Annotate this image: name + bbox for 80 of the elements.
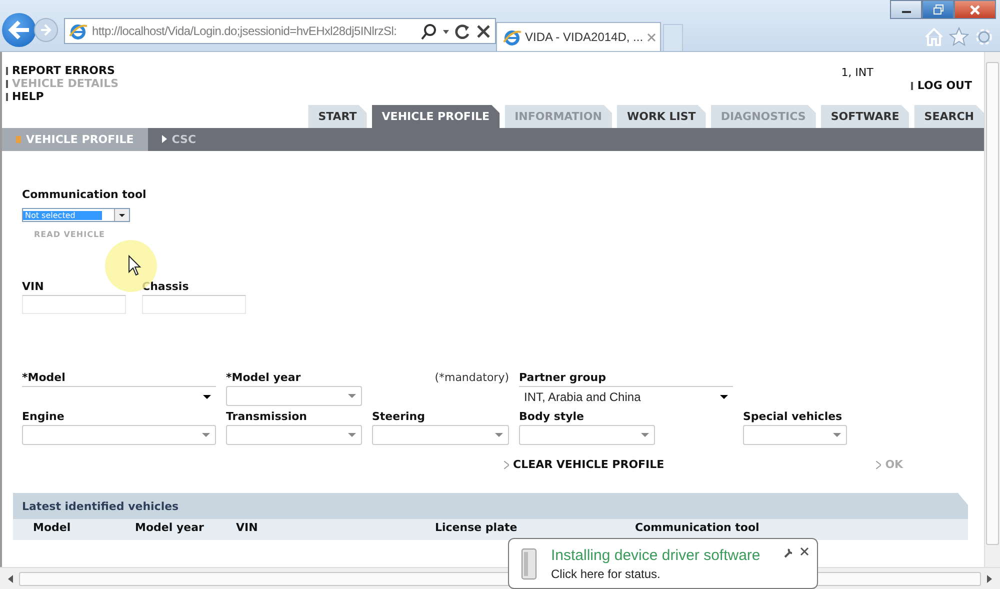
nav-tab[interactable]: SEARCH xyxy=(914,105,984,128)
refresh-icon[interactable] xyxy=(455,23,471,39)
caret-icon xyxy=(720,394,728,398)
wrench-icon[interactable] xyxy=(783,547,794,558)
caret-icon xyxy=(348,433,356,437)
field-label: VIN xyxy=(22,280,45,293)
browser-logo-icon xyxy=(69,22,87,40)
field-label: *Model xyxy=(22,371,66,384)
nav-tab[interactable]: START xyxy=(308,105,367,128)
marker-icon xyxy=(16,135,21,144)
browser-logo-icon xyxy=(503,28,521,46)
address-text: http://localhost/Vida/Login.do;jsessionid=hvEHxl28dj5INlrzSl: xyxy=(92,24,398,38)
vertical-scrollbar[interactable] xyxy=(984,52,1000,567)
field-label: Body style xyxy=(519,410,586,423)
user-name: 1, INT xyxy=(841,66,874,81)
left-arrow-icon[interactable] xyxy=(8,575,13,583)
top-link[interactable]: HELP xyxy=(6,90,119,103)
field-label: Communication tool xyxy=(22,188,148,201)
close-button[interactable] xyxy=(954,0,996,19)
dropdown[interactable] xyxy=(519,425,655,445)
field-label: Engine xyxy=(22,410,66,423)
address-bar[interactable]: http://localhost/Vida/Login.do;jsessionid=hvEHxl28dj5INlrzSl: xyxy=(64,18,496,44)
back-button[interactable] xyxy=(2,13,36,47)
field-label: Partner group xyxy=(519,371,607,384)
column-header: VIN xyxy=(236,521,259,534)
forward-button[interactable] xyxy=(34,18,58,42)
dropdown[interactable] xyxy=(743,425,847,445)
caret-icon[interactable] xyxy=(442,27,450,35)
dropdown[interactable] xyxy=(226,425,362,445)
section-title: Latest identified vehicles xyxy=(21,499,180,515)
mandatory-note: (*mandatory) xyxy=(434,371,509,384)
notification-title: Installing device driver software xyxy=(551,547,762,564)
column-header: Model year xyxy=(135,521,205,534)
field-label: Chassis xyxy=(142,280,190,293)
top-link[interactable]: REPORT ERRORS xyxy=(6,64,119,77)
settings-icon[interactable] xyxy=(974,27,994,47)
caret-icon xyxy=(833,433,841,437)
caret-icon xyxy=(348,394,356,398)
star-icon[interactable] xyxy=(949,27,969,47)
input-field[interactable] xyxy=(142,295,246,314)
column-header: Model xyxy=(33,521,72,534)
notification-popup[interactable]: Installing device driver software Click here for status. xyxy=(508,538,818,589)
column-header: Communication tool xyxy=(635,521,760,534)
nav-tab[interactable]: SOFTWARE xyxy=(820,105,910,128)
dropdown[interactable] xyxy=(22,425,216,445)
home-icon[interactable] xyxy=(924,27,944,47)
dropdown[interactable] xyxy=(226,386,362,406)
logout-link[interactable]: LOG OUT xyxy=(911,66,972,105)
chevron-icon xyxy=(876,460,882,468)
caret-icon xyxy=(119,214,125,216)
field-label: Transmission xyxy=(226,410,308,423)
caret-icon xyxy=(641,433,649,437)
bullet-icon xyxy=(911,82,914,90)
search-icon[interactable] xyxy=(421,22,437,40)
close-icon[interactable] xyxy=(476,24,491,38)
nav-tab[interactable]: WORK LIST xyxy=(616,105,706,128)
dropdown[interactable] xyxy=(372,425,509,445)
right-arrow-icon[interactable] xyxy=(987,575,992,583)
column-header: License plate xyxy=(435,521,518,534)
caret-icon xyxy=(203,394,211,398)
restore-button[interactable] xyxy=(922,0,954,19)
nav-tab[interactable]: VEHICLE PROFILE xyxy=(372,105,500,128)
field-label: *Model year xyxy=(226,371,302,384)
minimize-button[interactable] xyxy=(890,0,922,19)
restore-icon xyxy=(932,4,944,15)
play-icon xyxy=(162,135,167,144)
input-field[interactable] xyxy=(22,295,126,314)
new-tab-button[interactable] xyxy=(663,24,683,51)
field-label: Special vehicles xyxy=(743,410,844,423)
field-label: Steering xyxy=(372,410,426,423)
action-link[interactable]: CLEAR VEHICLE PROFILE xyxy=(504,458,664,471)
close-icon xyxy=(969,4,981,16)
chevron-icon xyxy=(504,460,509,468)
browser-tab[interactable]: VIDA - VIDA2014D, ... xyxy=(496,22,661,51)
device-icon xyxy=(519,547,539,581)
notification-text: Click here for status. xyxy=(551,567,662,581)
tab-title: VIDA - VIDA2014D, ... xyxy=(525,30,644,44)
caret-icon xyxy=(202,433,210,437)
close-icon[interactable] xyxy=(800,547,809,556)
caret-icon xyxy=(495,433,503,437)
